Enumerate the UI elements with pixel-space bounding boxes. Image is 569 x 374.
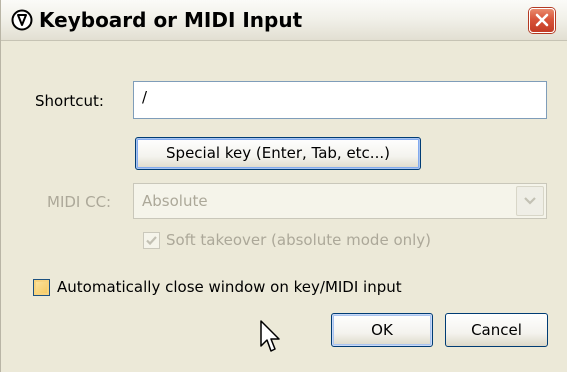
- title-bar[interactable]: Keyboard or MIDI Input: [1, 0, 567, 41]
- close-icon: [535, 13, 549, 27]
- cancel-button[interactable]: Cancel: [445, 313, 548, 347]
- mouse-pointer-icon: [260, 320, 282, 358]
- window-title: Keyboard or MIDI Input: [39, 8, 303, 32]
- dropdown-arrow-button[interactable]: [516, 186, 544, 216]
- midi-cc-selected-value: Absolute: [142, 192, 208, 210]
- shortcut-label: Shortcut:: [35, 92, 104, 110]
- soft-takeover-checkbox[interactable]: [143, 232, 160, 249]
- close-button[interactable]: [529, 8, 555, 33]
- app-logo-icon: [11, 9, 33, 31]
- chevron-down-icon: [524, 197, 536, 205]
- ok-button[interactable]: OK: [331, 313, 433, 347]
- dialog-content: Shortcut: / Special key (Enter, Tab, etc…: [1, 41, 567, 372]
- auto-close-checkbox[interactable]: [33, 279, 50, 296]
- dialog-window: Keyboard or MIDI Input Shortcut: / Speci…: [0, 0, 567, 372]
- midi-cc-select[interactable]: Absolute: [133, 183, 547, 219]
- midi-cc-label: MIDI CC:: [47, 193, 112, 211]
- special-key-button[interactable]: Special key (Enter, Tab, etc...): [135, 137, 421, 170]
- shortcut-input[interactable]: /: [133, 81, 547, 119]
- checkmark-icon: [146, 236, 157, 246]
- auto-close-label: Automatically close window on key/MIDI i…: [57, 278, 402, 296]
- soft-takeover-label: Soft takeover (absolute mode only): [166, 231, 432, 249]
